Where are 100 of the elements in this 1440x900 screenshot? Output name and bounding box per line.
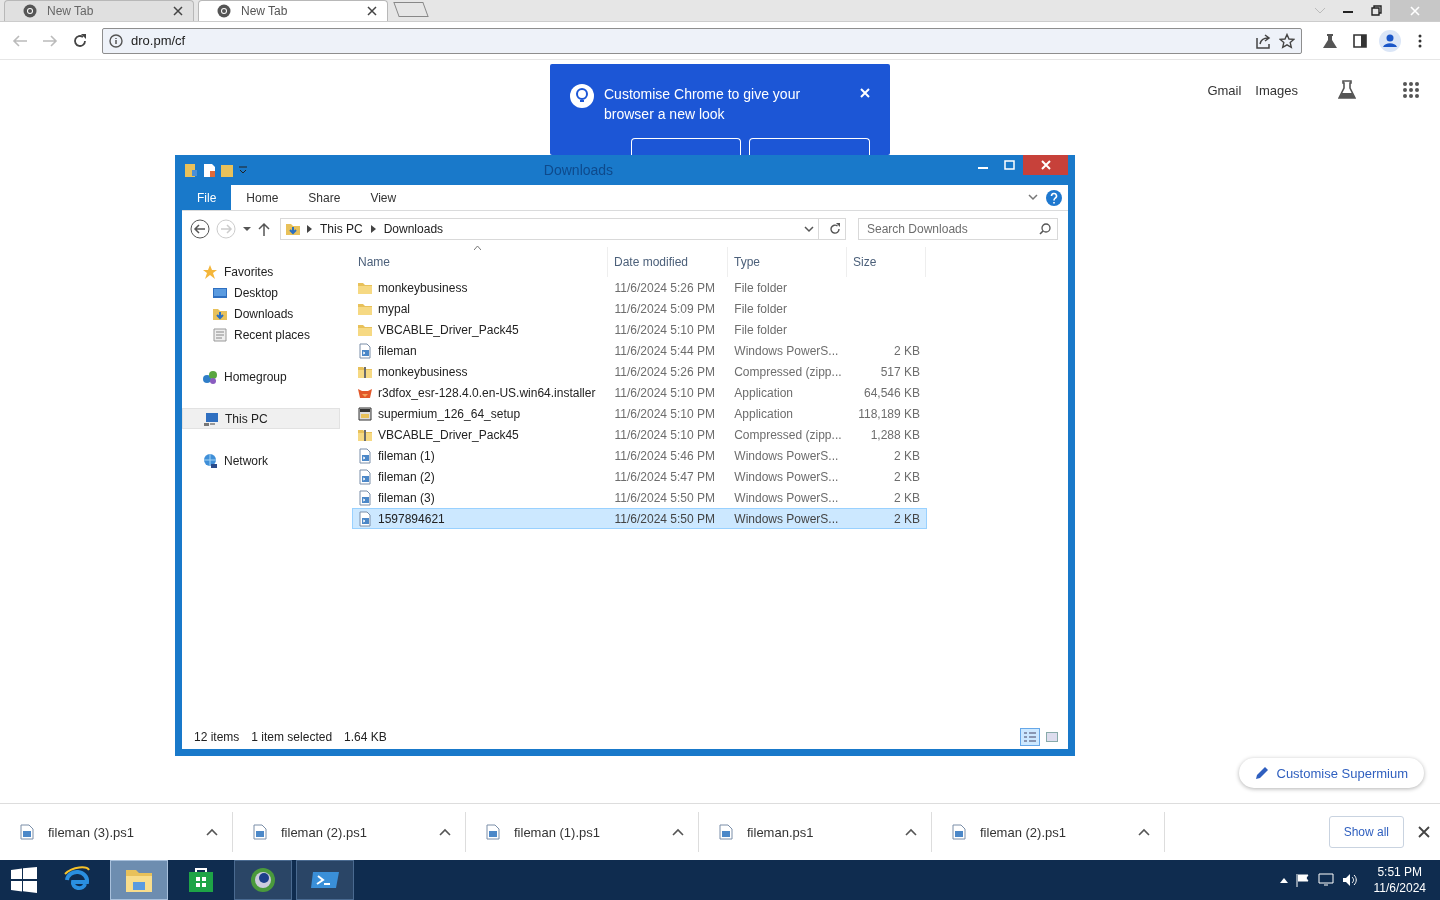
new-tab-button[interactable] <box>393 2 429 17</box>
chevron-up-icon[interactable] <box>905 828 917 836</box>
header-link[interactable]: Images <box>1255 82 1298 98</box>
download-item[interactable]: fileman (2).ps1 <box>233 812 466 852</box>
info-icon <box>109 33 123 48</box>
date-cell-text: 11/6/2024 5:10 PM <box>613 385 717 400</box>
close-icon[interactable] <box>1418 826 1430 838</box>
script-file-icon <box>486 824 500 840</box>
file-row[interactable]: r3dfox_esr-128.4.0.en-US.win64.installer 11/6/2024 5:10 PM Application 64,546 KB <box>352 382 927 403</box>
type-cell-text: File folder <box>733 280 788 295</box>
download-item[interactable]: fileman (2).ps1 <box>932 812 1165 852</box>
nav-item[interactable]: Homegroup <box>182 366 340 387</box>
nav-item[interactable]: Downloads <box>182 303 340 324</box>
file-row[interactable]: fileman 11/6/2024 5:44 PM Windows PowerS... 2 KB <box>352 340 927 361</box>
customise-button[interactable]: Customise Supermium <box>1238 758 1424 788</box>
address-field[interactable]: dro.pm/cf <box>131 33 1247 48</box>
date-cell-text: 11/6/2024 5:26 PM <box>613 364 716 379</box>
file-row[interactable]: monkeybusiness 11/6/2024 5:26 PM File folder <box>352 277 927 298</box>
file-row[interactable]: fileman (1) 11/6/2024 5:46 PM Windows PowerS... 2 KB <box>352 445 927 466</box>
search-box[interactable]: Search Downloads <box>858 218 1058 240</box>
address-bar[interactable]: dro.pm/cf <box>102 27 1302 54</box>
flask-icon[interactable] <box>1322 32 1338 49</box>
restore-icon[interactable] <box>1370 5 1382 16</box>
nav-item[interactable]: Network <box>182 450 340 471</box>
browser-tab[interactable]: New Tab <box>198 0 388 21</box>
share-icon[interactable] <box>1255 32 1271 49</box>
installer-icon <box>357 405 373 422</box>
nav-item[interactable]: Favorites <box>182 261 340 282</box>
script-file-icon <box>952 824 966 840</box>
help-icon[interactable] <box>1046 189 1062 206</box>
nav-item[interactable]: Recent places <box>182 324 340 345</box>
script-file-icon <box>357 468 373 485</box>
address-field[interactable]: This PC Downloads <box>280 218 846 240</box>
file-row[interactable]: VBCABLE_Driver_Pack45 11/6/2024 5:10 PM Compressed (zipp... 1,288 KB <box>352 424 927 445</box>
file-row[interactable]: VBCABLE_Driver_Pack45 11/6/2024 5:10 PM File folder <box>352 319 927 340</box>
breadcrumb-item[interactable]: Downloads <box>381 222 446 236</box>
profile-icon[interactable] <box>1379 29 1401 52</box>
file-row[interactable]: fileman (3) 11/6/2024 5:50 PM Windows PowerS... 2 KB <box>352 487 927 508</box>
side-panel-icon[interactable] <box>1352 32 1368 49</box>
apps-grid-icon[interactable] <box>1402 81 1420 99</box>
header-link[interactable]: Gmail <box>1207 82 1242 98</box>
ribbon-tab[interactable]: View <box>355 185 412 210</box>
flask-icon[interactable] <box>1338 80 1356 100</box>
up-icon[interactable] <box>258 222 270 236</box>
file-name: r3dfox_esr-128.4.0.en-US.win64.installer <box>378 385 596 400</box>
download-item[interactable]: fileman.ps1 <box>699 812 932 852</box>
clock[interactable]: 5:51 PM 11/6/2024 <box>1373 864 1426 896</box>
breadcrumb-item[interactable]: This PC <box>318 222 365 236</box>
script-file-icon <box>253 824 267 840</box>
back-icon[interactable] <box>190 219 210 239</box>
refresh-icon[interactable] <box>829 223 841 235</box>
column-header[interactable]: Date modified <box>608 247 728 277</box>
reload-icon[interactable] <box>72 32 88 49</box>
date-cell-text: 11/6/2024 5:26 PM <box>613 280 717 295</box>
download-item[interactable]: fileman (3).ps1 <box>0 812 233 852</box>
chevron-up-icon[interactable] <box>672 828 684 836</box>
recent-locations-icon[interactable] <box>242 225 252 233</box>
download-item[interactable]: fileman (1).ps1 <box>466 812 699 852</box>
ribbon-tab[interactable]: File <box>182 185 232 210</box>
file-row[interactable]: fileman (2) 11/6/2024 5:47 PM Windows PowerS... 2 KB <box>352 466 927 487</box>
column-header[interactable]: Size <box>847 247 926 277</box>
menu-icon[interactable] <box>1418 33 1422 48</box>
file-name: VBCABLE_Driver_Pack45 <box>378 427 519 442</box>
tray-expand-icon[interactable] <box>1279 877 1288 883</box>
details-view-icon <box>1024 732 1036 742</box>
date-cell-text: 11/6/2024 5:10 PM <box>613 406 717 421</box>
computer-icon <box>203 410 219 427</box>
close-icon[interactable] <box>173 6 183 16</box>
maximize-icon[interactable] <box>1004 160 1015 170</box>
start-icon[interactable] <box>11 867 37 893</box>
file-row[interactable]: monkeybusiness 11/6/2024 5:26 PM Compressed (zipp... 517 KB <box>352 361 927 382</box>
size-cell-text: 2 KB <box>893 511 921 526</box>
size-cell-text: 118,189 KB <box>857 406 921 421</box>
browser-tab[interactable]: New Tab <box>4 0 194 21</box>
close-icon <box>1410 5 1420 16</box>
nav-item[interactable]: This PC <box>182 408 340 429</box>
nav-item[interactable]: Desktop <box>182 282 340 303</box>
column-header[interactable]: Type <box>728 247 847 277</box>
script-file-icon <box>357 489 373 506</box>
show-all-button[interactable]: Show all <box>1328 816 1404 848</box>
network-icon <box>202 452 218 469</box>
dropdown-icon[interactable] <box>804 225 814 233</box>
star-icon[interactable] <box>1279 32 1295 49</box>
taskbar-app[interactable] <box>234 860 292 900</box>
ribbon-tab[interactable]: Home <box>231 185 294 210</box>
column-header[interactable]: Name <box>352 247 608 277</box>
file-row[interactable]: 1597894621 11/6/2024 5:50 PM Windows PowerS... 2 KB <box>352 508 927 529</box>
close-button[interactable] <box>1023 155 1068 175</box>
type-cell-text: Windows PowerS... <box>733 448 840 463</box>
chevron-up-icon[interactable] <box>439 828 451 836</box>
expand-ribbon-icon[interactable] <box>1028 193 1038 202</box>
customize-toolbar-icon[interactable] <box>238 165 248 175</box>
chevron-up-icon[interactable] <box>1138 828 1150 836</box>
chevron-up-icon[interactable] <box>206 828 218 836</box>
file-row[interactable]: supermium_126_64_setup 11/6/2024 5:10 PM Application 118,189 KB <box>352 403 927 424</box>
close-icon[interactable] <box>367 6 377 16</box>
ribbon-tab[interactable]: Share <box>293 185 356 210</box>
file-row[interactable]: mypal 11/6/2024 5:09 PM File folder <box>352 298 927 319</box>
pencil-icon <box>1254 766 1269 780</box>
speaker-icon <box>1341 873 1358 887</box>
